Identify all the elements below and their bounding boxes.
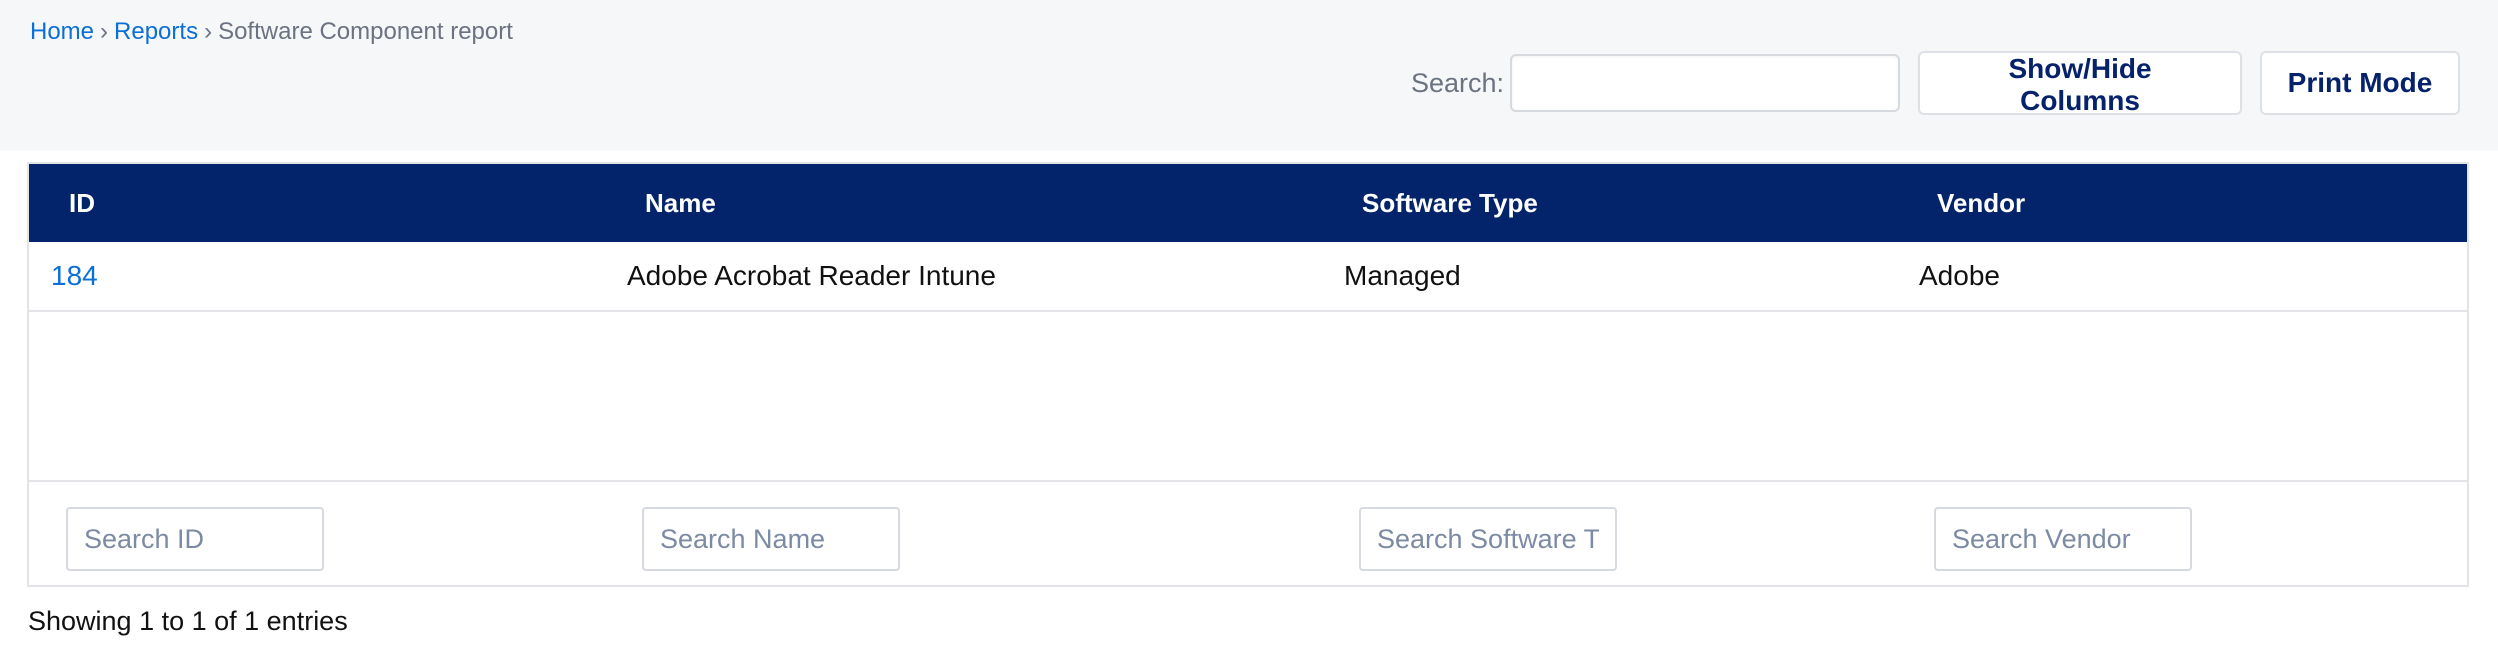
table-footer-filters	[29, 482, 2467, 587]
table-info: Showing 1 to 1 of 1 entries	[28, 606, 348, 636]
search-input[interactable]	[1510, 54, 1900, 112]
show-hide-columns-button[interactable]: Show/Hide Columns	[1918, 51, 2242, 116]
search-vendor-input[interactable]	[1934, 507, 2192, 571]
table-header: ID Name Software Type Vendor	[29, 164, 2467, 242]
search-id-input[interactable]	[66, 507, 324, 571]
print-mode-button[interactable]: Print Mode	[2260, 51, 2460, 115]
breadcrumb-separator: ›	[100, 18, 109, 45]
search-software-type-input[interactable]	[1359, 507, 1617, 571]
table-empty-area	[29, 312, 2467, 482]
column-header-name[interactable]: Name	[645, 164, 716, 242]
column-header-id[interactable]: ID	[69, 164, 95, 242]
breadcrumb-current: Software Component report	[218, 18, 513, 45]
column-header-software-type[interactable]: Software Type	[1362, 164, 1538, 242]
search-label: Search:	[1410, 67, 1504, 98]
row-name: Adobe Acrobat Reader Intune	[627, 260, 996, 291]
breadcrumb-home-link[interactable]: Home	[30, 18, 94, 45]
row-vendor: Adobe	[1919, 260, 2000, 291]
breadcrumb-separator: ›	[204, 18, 213, 45]
toolbar: Search: Show/Hide Columns Print Mode	[1410, 51, 2460, 116]
row-id-link[interactable]: 184	[51, 242, 98, 310]
column-header-vendor[interactable]: Vendor	[1937, 164, 2025, 242]
breadcrumb: Home › Reports › Software Component report	[30, 18, 513, 46]
table-row: 184 Adobe Acrobat Reader Intune Managed …	[29, 242, 2467, 312]
breadcrumb-reports-link[interactable]: Reports	[114, 18, 198, 45]
search-name-input[interactable]	[642, 507, 900, 571]
row-software-type: Managed	[1344, 260, 1461, 291]
software-component-table: ID Name Software Type Vendor 184 Adobe A…	[27, 162, 2469, 587]
